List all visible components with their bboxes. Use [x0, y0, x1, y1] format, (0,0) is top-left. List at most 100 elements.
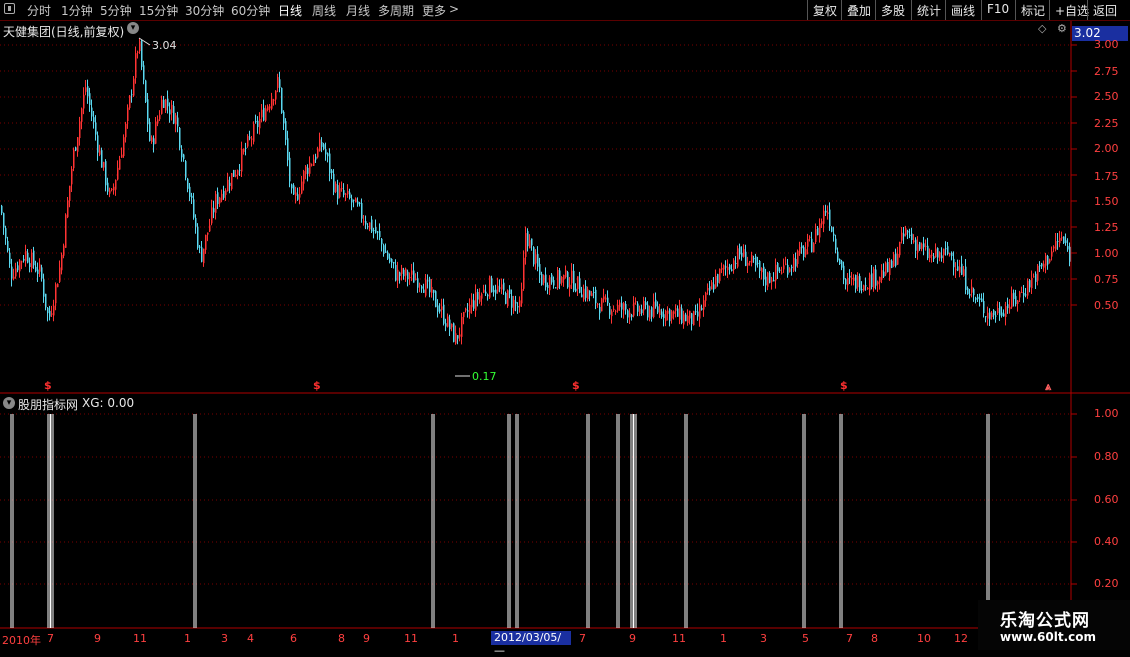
- candle-body: [909, 234, 911, 236]
- candle-body: [205, 234, 207, 250]
- candle-body: [777, 263, 779, 272]
- kline-chart[interactable]: [0, 0, 1130, 650]
- candle-body: [1053, 246, 1055, 249]
- candle-body: [249, 137, 251, 139]
- y-tick: 1.25: [1094, 221, 1119, 234]
- candle-body: [589, 290, 591, 296]
- candle-body: [159, 114, 161, 120]
- candle-body: [851, 277, 853, 279]
- candle-body: [451, 323, 453, 328]
- candle-body: [417, 278, 419, 288]
- candle-body: [245, 147, 247, 149]
- candle-body: [139, 41, 141, 52]
- candle-body: [57, 283, 59, 288]
- candle-body: [543, 275, 545, 283]
- chevron-down-icon[interactable]: ▾: [3, 397, 15, 409]
- candle-body: [623, 303, 625, 311]
- candle-body: [237, 170, 239, 176]
- candle-body: [1051, 251, 1053, 257]
- candle-body: [679, 306, 681, 320]
- candle-body: [263, 107, 265, 121]
- candle-body: [533, 247, 535, 265]
- candle-body: [39, 264, 41, 272]
- candle-body: [941, 255, 943, 259]
- candle-body: [745, 251, 747, 266]
- candle-body: [41, 267, 43, 279]
- candle-body: [135, 53, 137, 78]
- candle-body: [419, 284, 421, 286]
- candle-body: [731, 269, 733, 272]
- candle-body: [597, 303, 599, 305]
- event-marker[interactable]: $: [44, 379, 52, 392]
- candle-body: [705, 292, 707, 301]
- candle-body: [657, 306, 659, 313]
- candle-body: [715, 275, 717, 288]
- candle-body: [687, 315, 689, 323]
- x-tick: 7: [579, 632, 586, 645]
- candle-body: [375, 227, 377, 233]
- candle-body: [197, 226, 199, 248]
- candle-body: [873, 269, 875, 289]
- candle-body: [275, 90, 277, 100]
- candle-body: [871, 273, 873, 288]
- candle-body: [277, 77, 279, 88]
- candle-body: [319, 139, 321, 152]
- candle-body: [393, 262, 395, 264]
- candle-body: [377, 231, 379, 233]
- candle-body: [15, 268, 17, 277]
- candle-body: [465, 308, 467, 311]
- candle-body: [769, 272, 771, 283]
- candle-body: [955, 268, 957, 271]
- candle-body: [545, 274, 547, 288]
- candle-body: [629, 312, 631, 318]
- candle-body: [707, 287, 709, 291]
- site-watermark: 乐淘公式网 www.60lt.com: [978, 600, 1130, 650]
- candle-body: [737, 248, 739, 267]
- candle-body: [429, 278, 431, 293]
- event-marker[interactable]: ⩓: [1045, 380, 1051, 394]
- candle-body: [273, 99, 275, 101]
- x-tick: 12: [954, 632, 968, 645]
- candle-body: [103, 162, 105, 168]
- x-tick: 9: [94, 632, 101, 645]
- candle-body: [483, 289, 485, 293]
- candle-body: [455, 333, 457, 344]
- candle-body: [101, 150, 103, 168]
- candle-body: [423, 289, 425, 293]
- candle-body: [243, 149, 245, 152]
- candle-body: [301, 181, 303, 194]
- candle-body: [579, 278, 581, 293]
- candle-body: [869, 274, 871, 291]
- candle-body: [449, 319, 451, 330]
- candle-body: [683, 314, 685, 325]
- candle-body: [477, 291, 479, 300]
- candle-body: [265, 108, 267, 121]
- candle-body: [81, 108, 83, 122]
- candle-body: [427, 280, 429, 282]
- candle-body: [133, 78, 135, 96]
- candle-body: [165, 99, 167, 111]
- candle-body: [757, 262, 759, 264]
- candle-body: [515, 301, 517, 304]
- chevron-down-icon[interactable]: ▾: [127, 22, 139, 34]
- candle-body: [519, 300, 521, 307]
- candle-body: [973, 289, 975, 296]
- candle-body: [567, 272, 569, 288]
- candle-body: [365, 221, 367, 225]
- candle-body: [849, 275, 851, 278]
- candle-body: [845, 279, 847, 285]
- event-marker[interactable]: $: [840, 379, 848, 392]
- candle-body: [281, 87, 283, 113]
- candle-body: [199, 246, 201, 248]
- candle-body: [747, 262, 749, 266]
- candle-body: [141, 40, 143, 67]
- settings-icon[interactable]: ⚙: [1057, 22, 1067, 35]
- event-marker[interactable]: $: [572, 379, 580, 392]
- candle-body: [329, 153, 331, 174]
- diamond-icon[interactable]: ◇: [1038, 22, 1046, 35]
- event-marker[interactable]: $: [313, 379, 321, 392]
- x-tick: 8: [871, 632, 878, 645]
- candle-body: [155, 121, 157, 144]
- candle-body: [73, 149, 75, 169]
- candle-body: [341, 188, 343, 190]
